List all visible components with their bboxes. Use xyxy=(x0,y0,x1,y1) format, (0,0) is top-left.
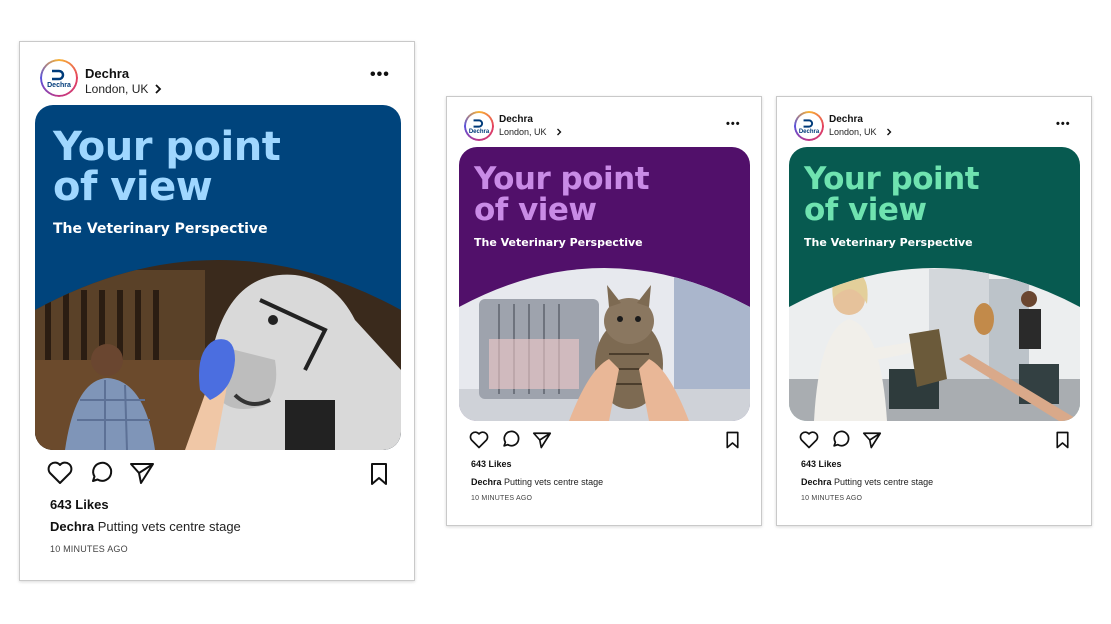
likes-count[interactable]: 643 Likes xyxy=(801,459,842,469)
photo-vet-with-horse xyxy=(35,260,401,450)
location-text: London, UK xyxy=(499,127,547,137)
caption-username[interactable]: Dechra xyxy=(471,477,502,487)
share-icon[interactable] xyxy=(862,431,882,449)
dechra-logo-mark xyxy=(52,69,65,80)
comment-icon[interactable] xyxy=(501,430,520,449)
share-icon[interactable] xyxy=(129,461,155,485)
dechra-logo-avatar[interactable]: Dechra xyxy=(794,111,824,141)
logo-text: Dechra xyxy=(468,128,490,135)
caption-text: Putting vets centre stage xyxy=(834,477,934,487)
instagram-post-1: Dechra Dechra London, UK ••• Your point … xyxy=(19,41,415,581)
logo-text: Dechra xyxy=(47,81,71,89)
chevron-right-icon xyxy=(155,84,162,94)
dechra-logo-avatar[interactable]: Dechra xyxy=(464,111,494,141)
post-image-card[interactable]: Your point of view The Veterinary Perspe… xyxy=(459,147,750,421)
account-name[interactable]: Dechra xyxy=(829,114,863,125)
headline: Your point of view xyxy=(474,161,650,228)
headline: Your point of view xyxy=(804,161,980,228)
subhead: The Veterinary Perspective xyxy=(474,236,643,249)
caption: Dechra Putting vets centre stage xyxy=(471,477,603,487)
dechra-logo-mark xyxy=(803,118,814,128)
caption-username[interactable]: Dechra xyxy=(801,477,832,487)
post-timestamp: 10 MINUTES AGO xyxy=(471,495,533,502)
location-link[interactable]: London, UK xyxy=(829,127,892,137)
location-text: London, UK xyxy=(85,82,149,96)
subhead: The Veterinary Perspective xyxy=(53,221,268,237)
share-icon[interactable] xyxy=(532,431,552,449)
heart-icon[interactable] xyxy=(47,461,73,485)
location-text: London, UK xyxy=(829,127,877,137)
headline: Your point of view xyxy=(53,124,281,210)
post-image-card[interactable]: Your point of view The Veterinary Perspe… xyxy=(35,105,401,450)
instagram-post-2: Dechra Dechra London, UK ••• Your point … xyxy=(446,96,762,526)
action-bar xyxy=(469,430,552,449)
caption: Dechra Putting vets centre stage xyxy=(50,519,241,534)
action-bar xyxy=(799,430,882,449)
location-link[interactable]: London, UK xyxy=(85,82,162,96)
photo-cat-held-by-hands xyxy=(459,268,750,421)
photo-woman-in-waiting-room xyxy=(789,268,1080,421)
dechra-logo-mark xyxy=(473,118,484,128)
bookmark-icon[interactable] xyxy=(1055,431,1070,449)
likes-count[interactable]: 643 Likes xyxy=(471,459,512,469)
bookmark-icon[interactable] xyxy=(725,431,740,449)
comment-icon[interactable] xyxy=(89,461,113,485)
subhead: The Veterinary Perspective xyxy=(804,236,973,249)
comment-icon[interactable] xyxy=(831,430,850,449)
caption-username[interactable]: Dechra xyxy=(50,519,94,534)
more-options-icon[interactable]: ••• xyxy=(1056,118,1071,130)
chevron-right-icon xyxy=(556,128,562,136)
account-name[interactable]: Dechra xyxy=(85,66,129,81)
post-timestamp: 10 MINUTES AGO xyxy=(801,495,863,502)
likes-count[interactable]: 643 Likes xyxy=(50,497,109,512)
more-options-icon[interactable]: ••• xyxy=(370,66,390,84)
caption: Dechra Putting vets centre stage xyxy=(801,477,933,487)
heart-icon[interactable] xyxy=(469,430,489,449)
caption-text: Putting vets centre stage xyxy=(504,477,604,487)
logo-text: Dechra xyxy=(798,128,820,135)
heart-icon[interactable] xyxy=(799,430,819,449)
dechra-logo-avatar[interactable]: Dechra xyxy=(40,59,78,97)
bookmark-icon[interactable] xyxy=(369,462,389,486)
more-options-icon[interactable]: ••• xyxy=(726,118,741,130)
post-timestamp: 10 MINUTES AGO xyxy=(50,544,128,554)
chevron-right-icon xyxy=(886,128,892,136)
instagram-post-3: Dechra Dechra London, UK ••• Your point … xyxy=(776,96,1092,526)
action-bar xyxy=(47,461,155,485)
account-name[interactable]: Dechra xyxy=(499,114,533,125)
location-link[interactable]: London, UK xyxy=(499,127,562,137)
post-image-card[interactable]: Your point of view The Veterinary Perspe… xyxy=(789,147,1080,421)
caption-text: Putting vets centre stage xyxy=(97,519,241,534)
